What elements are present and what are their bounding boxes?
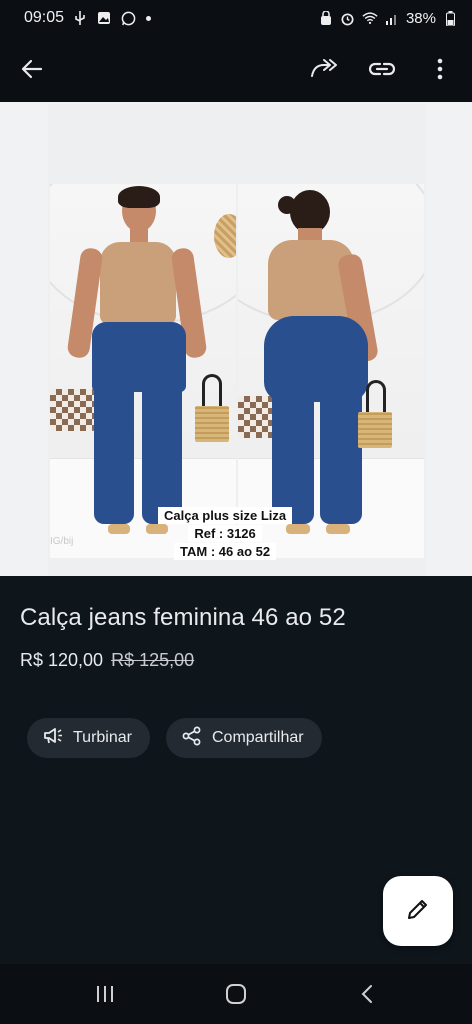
arrow-left-icon[interactable] — [18, 55, 46, 83]
image-watermark: IG/bij — [50, 536, 74, 547]
whatsapp-icon — [120, 10, 136, 26]
link-icon[interactable] — [368, 55, 396, 83]
share-forward-icon[interactable] — [310, 55, 338, 83]
alarm-lock-icon — [318, 10, 334, 26]
caption-line-3: TAM : 46 ao 52 — [174, 543, 277, 560]
pencil-icon — [406, 897, 430, 926]
caption-line-1: Calça plus size Liza — [158, 507, 293, 524]
caption-line-2: Ref : 3126 — [188, 525, 262, 542]
battery-icon — [442, 10, 458, 26]
product-image-area[interactable]: Calça plus size Liza Ref : 3126 TAM : 46… — [0, 102, 472, 576]
photo-back-view — [238, 184, 424, 558]
alarm-icon — [340, 10, 356, 26]
more-vert-icon[interactable] — [426, 55, 454, 83]
image-caption: Calça plus size Liza Ref : 3126 TAM : 46… — [158, 506, 293, 561]
product-title: Calça jeans feminina 46 ao 52 — [20, 604, 346, 631]
boost-label: Turbinar — [73, 729, 132, 746]
notification-dot-icon — [146, 15, 152, 21]
old-price: R$ 125,00 — [111, 650, 195, 670]
share-button[interactable]: Compartilhar — [165, 718, 322, 758]
share-icon — [182, 726, 202, 751]
photo-front-view — [50, 184, 236, 558]
app-bar — [0, 36, 472, 102]
system-nav-bar — [0, 964, 472, 1024]
price-row: R$ 120,00 R$ 125,00 — [20, 650, 194, 671]
status-bar: 09:05 38% — [0, 0, 472, 36]
usb-icon — [72, 10, 88, 26]
wifi-icon — [362, 10, 378, 26]
boost-button[interactable]: Turbinar — [27, 718, 150, 758]
battery-level: 38% — [405, 9, 436, 27]
edit-fab[interactable] — [383, 876, 453, 946]
megaphone-icon — [43, 727, 63, 750]
gallery-icon — [96, 10, 112, 26]
status-time: 09:05 — [24, 9, 65, 26]
current-price: R$ 120,00 — [20, 650, 104, 670]
home-icon[interactable] — [216, 974, 256, 1014]
signal-icon — [384, 10, 400, 26]
product-photo[interactable]: Calça plus size Liza Ref : 3126 TAM : 46… — [48, 104, 426, 576]
action-chips: Turbinar Compartilhar — [27, 718, 322, 758]
share-label: Compartilhar — [211, 729, 304, 746]
back-nav-icon[interactable] — [347, 974, 387, 1014]
recent-apps-icon[interactable] — [85, 974, 125, 1014]
